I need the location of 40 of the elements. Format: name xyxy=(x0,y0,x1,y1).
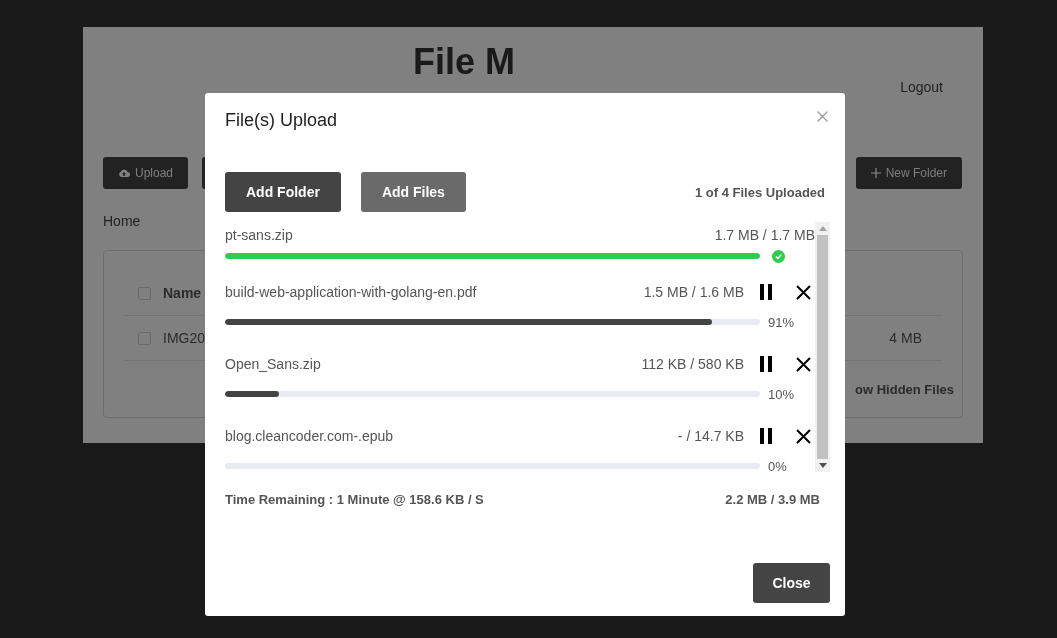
file-name: build-web-application-with-golang-en.pdf xyxy=(225,284,477,300)
scrollbar[interactable] xyxy=(815,222,830,472)
close-icon[interactable] xyxy=(817,110,828,122)
close-button[interactable]: Close xyxy=(753,563,830,603)
cancel-icon[interactable] xyxy=(796,356,811,372)
add-files-button[interactable]: Add Files xyxy=(360,172,466,212)
plus-icon xyxy=(870,168,881,178)
cancel-icon[interactable] xyxy=(796,284,811,300)
pause-icon[interactable] xyxy=(760,284,772,300)
time-remaining: Time Remaining : 1 Minute @ 158.6 KB / S xyxy=(225,492,484,507)
total-size: 2.2 MB / 3.9 MB xyxy=(725,492,820,507)
scroll-down-icon[interactable] xyxy=(818,463,827,468)
dialog-title: File(s) Upload xyxy=(225,109,338,131)
upload-summary: 1 of 4 Files Uploaded xyxy=(694,184,825,200)
upload-button[interactable]: Upload xyxy=(103,157,189,189)
page-title: File M xyxy=(413,41,515,83)
file-name: Open_Sans.zip xyxy=(225,356,321,372)
file-name: blog.cleancoder.com-.epub xyxy=(225,428,394,444)
cloud-upload-icon xyxy=(118,168,130,178)
progress-percent: 0% xyxy=(768,458,787,472)
file-name: pt-sans.zip xyxy=(225,227,293,243)
new-folder-button[interactable]: New Folder xyxy=(855,157,962,189)
file-size-cell: 4 MB xyxy=(889,330,922,346)
scrollbar-thumb[interactable] xyxy=(817,235,828,459)
file-size: 1.5 MB / 1.6 MB xyxy=(643,284,744,300)
file-size: 1.7 MB / 1.7 MB xyxy=(714,227,815,243)
progress-percent: 10% xyxy=(768,386,795,402)
file-size: 112 KB / 580 KB xyxy=(641,356,744,372)
cancel-icon[interactable] xyxy=(796,428,811,444)
pause-icon[interactable] xyxy=(760,356,772,372)
column-header: Name xyxy=(163,285,202,301)
logout-link[interactable]: Logout xyxy=(900,79,943,95)
breadcrumb-home[interactable]: Home xyxy=(103,213,141,229)
pause-icon[interactable] xyxy=(760,428,772,444)
file-name-cell: IMG20 xyxy=(163,330,205,346)
file-size: - / 14.7 KB xyxy=(677,428,744,444)
add-folder-button[interactable]: Add Folder xyxy=(225,172,341,212)
progress-percent: 91% xyxy=(768,314,795,330)
check-circle-icon xyxy=(772,249,785,263)
show-hidden-files-link[interactable]: ow Hidden Files xyxy=(855,382,954,397)
